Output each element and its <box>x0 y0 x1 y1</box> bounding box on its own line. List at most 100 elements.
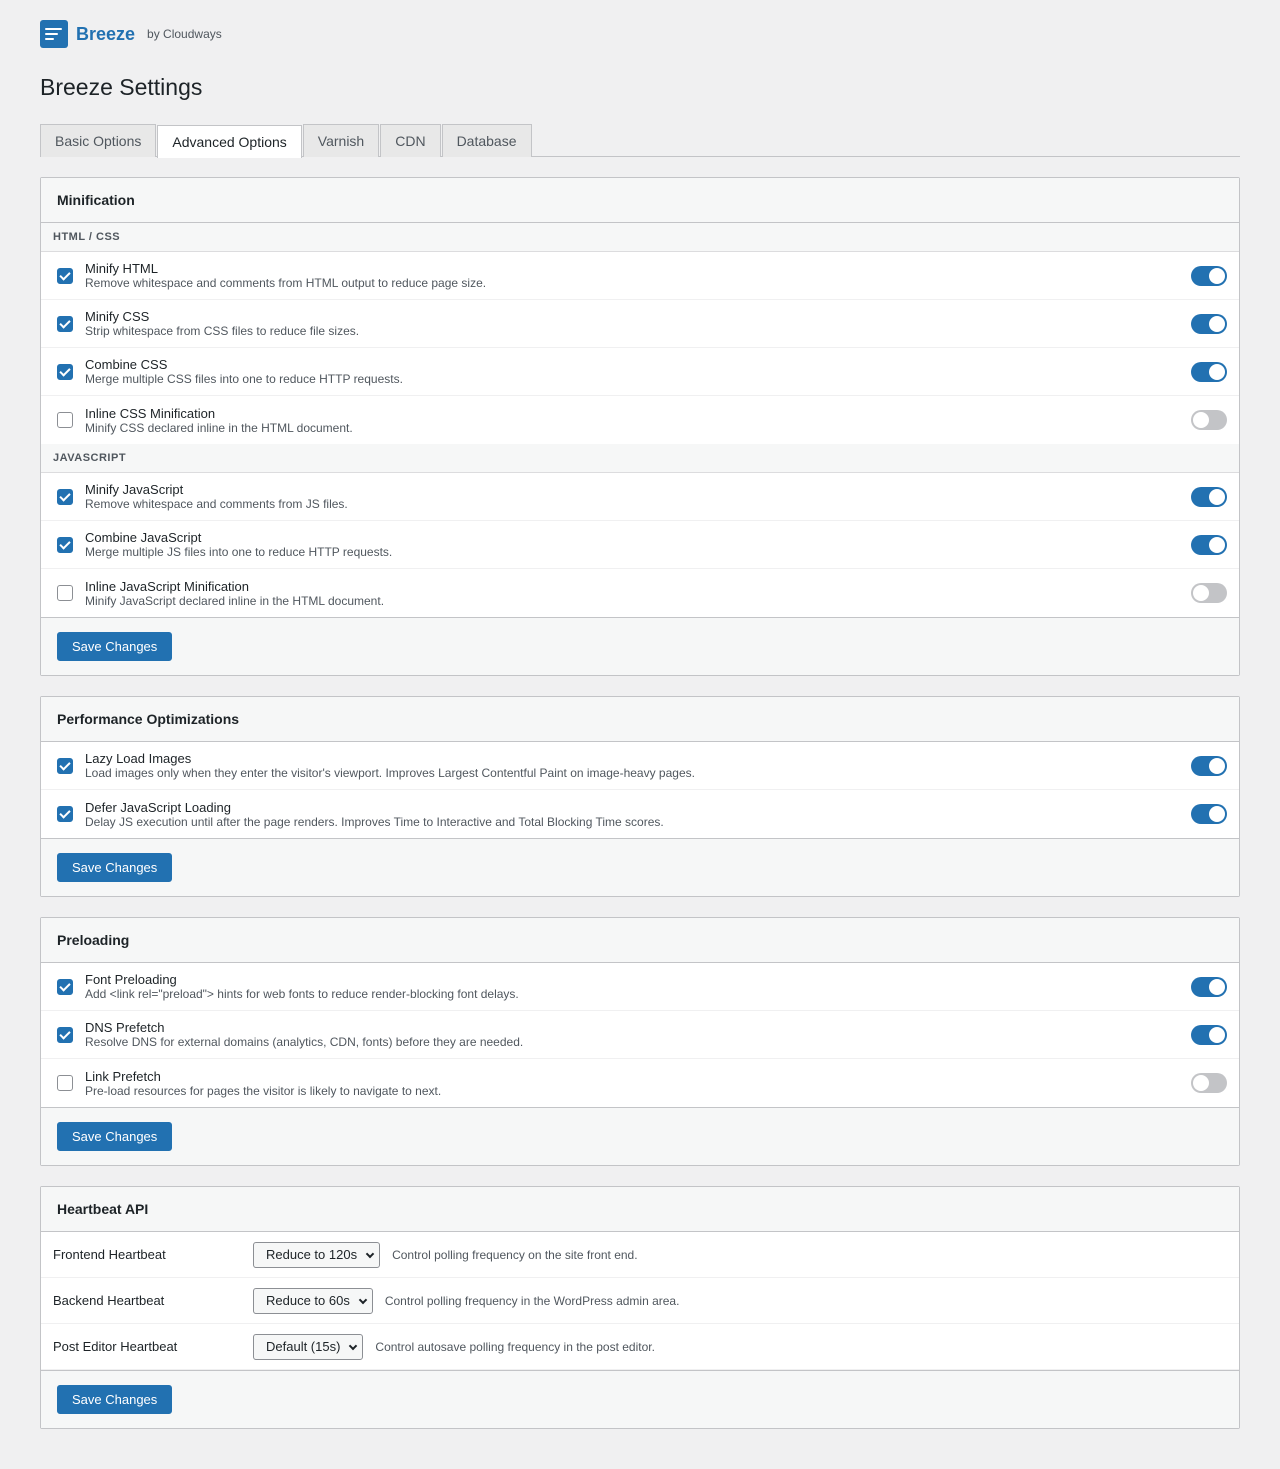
checkbox[interactable] <box>57 412 73 428</box>
post-editor-heartbeat-select[interactable]: Default (15s) <box>253 1333 364 1360</box>
panel-footer: Save Changes <box>41 1370 1239 1428</box>
option-description: Add <link rel="preload"> hints for web f… <box>85 987 519 1001</box>
checkbox[interactable] <box>57 1075 73 1091</box>
select-value: Reduce to 60s <box>266 1292 350 1308</box>
heartbeat-label: Frontend Heartbeat <box>53 1247 166 1262</box>
toggle-switch[interactable] <box>1191 410 1227 430</box>
chevron-down-icon <box>358 1295 368 1304</box>
brand-byline: by Cloudways <box>147 27 222 41</box>
chevron-down-icon <box>365 1249 375 1258</box>
toggle-switch[interactable] <box>1191 583 1227 603</box>
checkbox[interactable] <box>57 536 73 553</box>
toggle-switch[interactable] <box>1191 1024 1227 1045</box>
panel-title: Heartbeat API <box>41 1187 1239 1232</box>
tab-varnish[interactable]: Varnish <box>302 124 380 157</box>
checkbox[interactable] <box>57 363 73 380</box>
toggle-switch[interactable] <box>1191 1073 1227 1093</box>
option-description: Merge multiple JS files into one to redu… <box>85 545 393 559</box>
option-title: Combine CSS <box>85 357 168 372</box>
panel-footer: Save Changes <box>41 1107 1239 1165</box>
toggle-switch[interactable] <box>1191 755 1227 776</box>
panel-footer: Save Changes <box>41 838 1239 896</box>
select-value: Default (15s) <box>266 1338 341 1354</box>
tab-advanced-options[interactable]: Advanced Options <box>157 125 302 158</box>
option-title: Inline JavaScript Minification <box>85 578 250 594</box>
performance-panel: Performance Optimizations Lazy Load Imag… <box>40 696 1240 897</box>
brand-name: Breeze <box>76 23 136 44</box>
option-inline-css-minification: Inline CSS Minification Minify CSS decla… <box>41 396 1239 444</box>
option-title: DNS Prefetch <box>85 1020 165 1035</box>
panel-title: Preloading <box>41 918 1239 963</box>
heartbeat-panel: Heartbeat API Frontend Heartbeat Reduce … <box>40 1186 1240 1429</box>
tab-basic-options[interactable]: Basic Options <box>40 124 157 157</box>
option-title: Font Preloading <box>85 972 177 987</box>
save-button[interactable]: Save Changes <box>57 1122 173 1151</box>
frontend-heartbeat-select[interactable]: Reduce to 120s <box>253 1241 381 1268</box>
heartbeat-frontend-row: Frontend Heartbeat Reduce to 120s Contro… <box>41 1232 1239 1278</box>
toggle-switch[interactable] <box>1191 804 1227 824</box>
chevron-down-icon <box>349 1341 358 1350</box>
heartbeat-description: Control polling frequency in the WordPre… <box>384 1293 680 1308</box>
option-description: Delay JS execution until after the page … <box>85 814 664 829</box>
heartbeat-label: Backend Heartbeat <box>53 1293 165 1308</box>
settings-page: Breeze by Cloudways Breeze Settings Basi… <box>40 0 1240 1469</box>
heartbeat-description: Control polling frequency on the site fr… <box>392 1247 638 1262</box>
group-label-html-css: HTML / CSS <box>41 223 1239 252</box>
option-link-prefetch: Link Prefetch Pre-load resources for pag… <box>41 1059 1239 1107</box>
panel-footer: Save Changes <box>41 617 1239 675</box>
option-font-preloading: Font Preloading Add <link rel="preload">… <box>41 963 1239 1011</box>
save-button[interactable]: Save Changes <box>57 632 173 661</box>
option-defer-javascript: Defer JavaScript Loading Delay JS execut… <box>41 790 1239 838</box>
page-title: Breeze Settings <box>40 74 203 100</box>
checkbox[interactable] <box>57 757 73 774</box>
option-description: Load images only when they enter the vis… <box>85 766 695 780</box>
tab-cdn[interactable]: CDN <box>380 124 441 157</box>
toggle-switch[interactable] <box>1191 313 1227 334</box>
option-title: Combine JavaScript <box>85 530 202 545</box>
checkbox[interactable] <box>57 806 73 822</box>
toggle-switch[interactable] <box>1191 534 1227 555</box>
option-lazy-load-images: Lazy Load Images Load images only when t… <box>41 742 1239 790</box>
option-description: Merge multiple CSS files into one to red… <box>85 372 403 386</box>
tab-database[interactable]: Database <box>441 124 532 157</box>
group-label-javascript: JavaScript <box>41 444 1239 473</box>
checkbox[interactable] <box>57 315 73 332</box>
heartbeat-label: Post Editor Heartbeat <box>53 1339 178 1354</box>
checkbox[interactable] <box>57 267 73 284</box>
backend-heartbeat-select[interactable]: Reduce to 60s <box>253 1287 373 1314</box>
option-inline-javascript-minification: Inline JavaScript Minification Minify Ja… <box>41 569 1239 617</box>
settings-tabs: Basic Options Advanced Options Varnish C… <box>40 124 1240 158</box>
heartbeat-post-editor-row: Post Editor Heartbeat Default (15s) Cont… <box>41 1324 1239 1370</box>
minification-panel: Minification HTML / CSS Minify HTML Remo… <box>40 177 1240 676</box>
option-description: Minify JavaScript declared inline in the… <box>85 593 385 608</box>
panel-title: Minification <box>41 178 1239 223</box>
toggle-switch[interactable] <box>1191 265 1227 286</box>
option-title: Lazy Load Images <box>85 751 192 766</box>
brand-header: Breeze by Cloudways <box>40 20 1240 48</box>
save-button[interactable]: Save Changes <box>57 1385 173 1414</box>
heartbeat-backend-row: Backend Heartbeat Reduce to 60s Control … <box>41 1278 1239 1324</box>
checkbox[interactable] <box>57 978 73 995</box>
preloading-panel: Preloading Font Preloading Add <link rel… <box>40 917 1240 1166</box>
toggle-switch[interactable] <box>1191 486 1227 507</box>
heartbeat-description: Control autosave polling frequency in th… <box>375 1339 655 1354</box>
save-button[interactable]: Save Changes <box>57 853 173 882</box>
checkbox[interactable] <box>57 585 73 601</box>
toggle-switch[interactable] <box>1191 976 1227 997</box>
option-title: Minify HTML <box>85 261 158 276</box>
option-title: Defer JavaScript Loading <box>85 799 231 815</box>
option-combine-javascript: Combine JavaScript Merge multiple JS fil… <box>41 521 1239 569</box>
toggle-switch[interactable] <box>1191 361 1227 382</box>
select-value: Reduce to 120s <box>266 1246 358 1262</box>
option-description: Remove whitespace and comments from HTML… <box>85 276 487 290</box>
option-title: Minify CSS <box>85 309 150 324</box>
option-combine-css: Combine CSS Merge multiple CSS files int… <box>41 348 1239 396</box>
checkbox[interactable] <box>57 488 73 505</box>
breeze-logo-icon <box>40 20 68 48</box>
panel-title: Performance Optimizations <box>41 697 1239 742</box>
option-dns-prefetch: DNS Prefetch Resolve DNS for external do… <box>41 1011 1239 1059</box>
option-title: Minify JavaScript <box>85 482 184 497</box>
option-description: Strip whitespace from CSS files to reduc… <box>85 324 360 338</box>
checkbox[interactable] <box>57 1026 73 1043</box>
option-description: Remove whitespace and comments from JS f… <box>85 497 348 511</box>
